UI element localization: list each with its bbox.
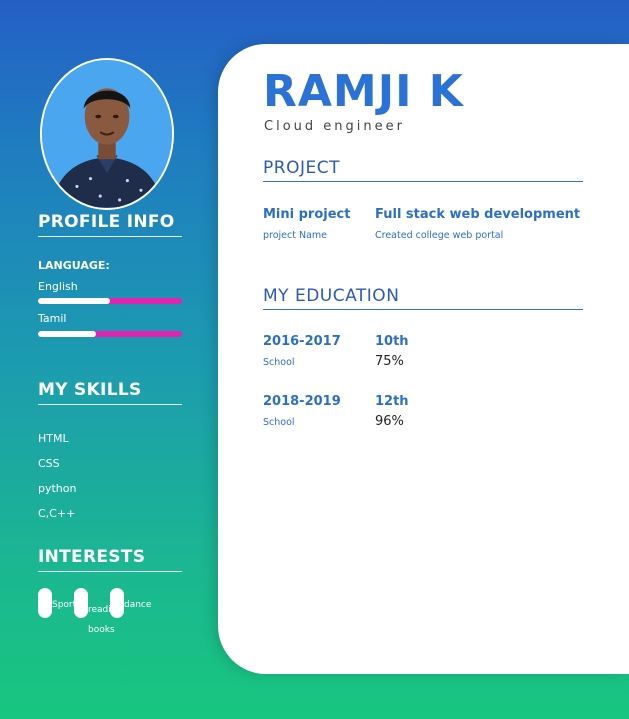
- interest-label: reading books: [88, 605, 123, 635]
- language-level-bar: [38, 298, 182, 304]
- education-score: 75%: [375, 354, 404, 369]
- language-level-bar: [38, 331, 182, 337]
- interest-pill: [38, 588, 52, 618]
- education-years: 2018-2019: [263, 394, 341, 409]
- language-title: LANGUAGE:: [38, 259, 110, 272]
- project-name-label: project Name: [263, 230, 328, 241]
- main-card: RAMJI K Cloud engineer PROJECT Mini proj…: [218, 44, 629, 674]
- interest-label: Sports: [52, 600, 81, 610]
- profile-photo: [42, 60, 172, 208]
- project-heading: PROJECT: [263, 158, 583, 182]
- education-institution: School: [263, 417, 295, 428]
- skill-item: HTML: [38, 432, 69, 445]
- project-detail-description: Created college web portal: [375, 230, 504, 241]
- skill-item: C,C++: [38, 507, 76, 520]
- education-grade: 12th: [375, 394, 409, 409]
- avatar: [40, 58, 174, 210]
- project-name: Mini project: [263, 207, 351, 222]
- language-name: English: [38, 280, 78, 293]
- education-grade: 10th: [375, 334, 409, 349]
- sidebar: PROFILE INFO LANGUAGE: English Tamil MY …: [0, 0, 218, 719]
- skills-heading: MY SKILLS: [38, 380, 182, 405]
- interest-label: dance: [124, 600, 152, 610]
- project-detail: Full stack web development: [375, 207, 581, 222]
- skill-item: python: [38, 482, 77, 495]
- education-years: 2016-2017: [263, 334, 341, 349]
- education-heading: MY EDUCATION: [263, 286, 583, 310]
- language-level-fill: [38, 298, 110, 304]
- education-score: 96%: [375, 414, 404, 429]
- profile-info-heading: PROFILE INFO: [38, 212, 182, 237]
- language-level-fill: [38, 331, 96, 337]
- skill-item: CSS: [38, 457, 60, 470]
- person-role: Cloud engineer: [264, 119, 405, 134]
- language-name: Tamil: [38, 312, 67, 325]
- interests-heading: INTERESTS: [38, 547, 182, 572]
- person-name: RAMJI K: [263, 66, 464, 117]
- education-institution: School: [263, 357, 295, 368]
